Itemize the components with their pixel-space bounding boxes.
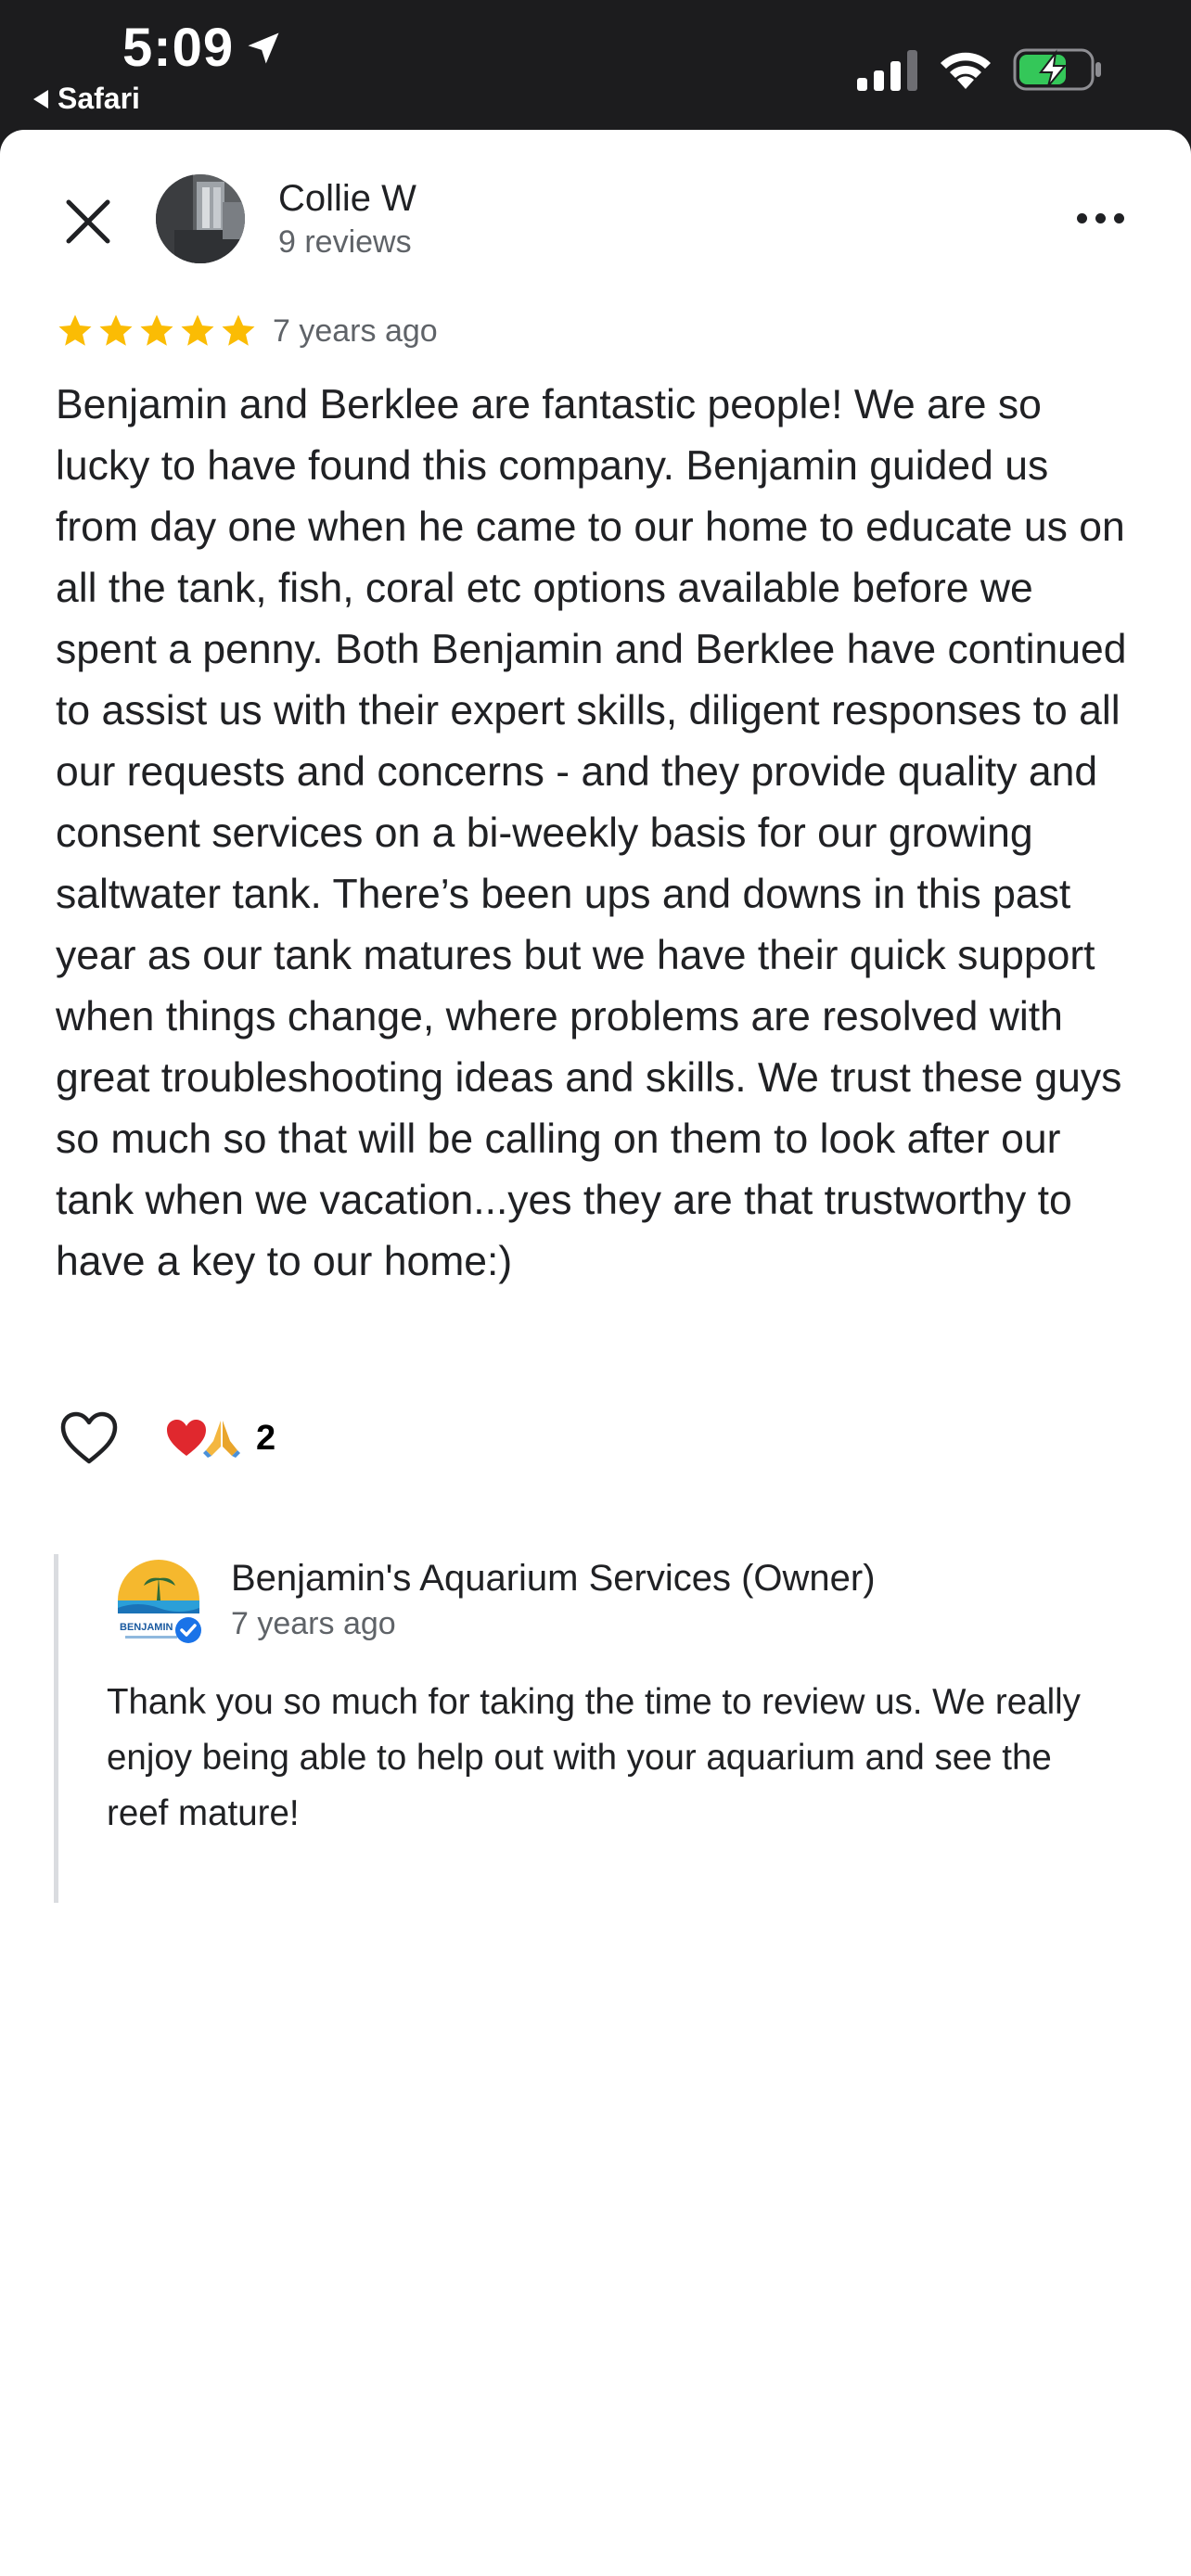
star-icon — [99, 314, 133, 346]
more-dot-icon — [1113, 212, 1124, 223]
close-icon[interactable] — [61, 195, 115, 249]
location-arrow-icon — [248, 32, 279, 64]
owner-reply-text: Thank you so much for taking the time to… — [107, 1682, 1081, 1833]
reviewer-avatar[interactable] — [156, 174, 245, 263]
reviewer-name[interactable]: Collie W — [278, 178, 416, 220]
logo-text: BENJAMIN — [120, 1622, 173, 1633]
reviewer-review-count: 9 reviews — [278, 224, 412, 260]
more-dot-icon — [1095, 212, 1106, 223]
star-icon — [140, 314, 173, 346]
review-detail-sheet: Collie W 9 reviews 7 years ago Benjamin … — [0, 130, 1191, 2576]
avatar-photo-icon — [156, 174, 245, 263]
review-age: 7 years ago — [273, 313, 438, 349]
status-bar: 5:09 Safari — [0, 0, 1191, 130]
owner-reply: BENJAMIN Benjamin's Aquarium Services (O… — [54, 1554, 1144, 1903]
star-rating — [56, 312, 258, 351]
review-body-text: Benjamin and Berklee are fantastic peopl… — [56, 382, 1127, 1284]
star-icon — [181, 314, 214, 346]
reaction-count: 2 — [256, 1418, 276, 1458]
more-options-button[interactable] — [1072, 204, 1128, 232]
business-logo-icon[interactable]: BENJAMIN — [110, 1560, 207, 1649]
star-icon — [222, 314, 255, 346]
reaction-summary[interactable]: 2 — [165, 1417, 275, 1460]
cellular-signal-icon — [857, 50, 917, 91]
back-app-label: Safari — [58, 82, 140, 115]
reaction-emojis — [165, 1417, 243, 1460]
back-triangle-icon — [33, 89, 48, 108]
battery-charging-icon — [1013, 48, 1101, 91]
wifi-icon — [941, 52, 991, 89]
heart-icon[interactable] — [59, 1411, 119, 1465]
owner-name[interactable]: Benjamin's Aquarium Services (Owner) — [231, 1558, 876, 1600]
owner-reply-age: 7 years ago — [231, 1606, 396, 1641]
praying-hands-emoji-icon — [203, 1421, 240, 1458]
status-time: 5:09 — [122, 18, 235, 78]
back-to-app-button[interactable]: Safari — [33, 82, 140, 116]
more-dot-icon — [1076, 212, 1087, 223]
star-icon — [58, 314, 92, 346]
